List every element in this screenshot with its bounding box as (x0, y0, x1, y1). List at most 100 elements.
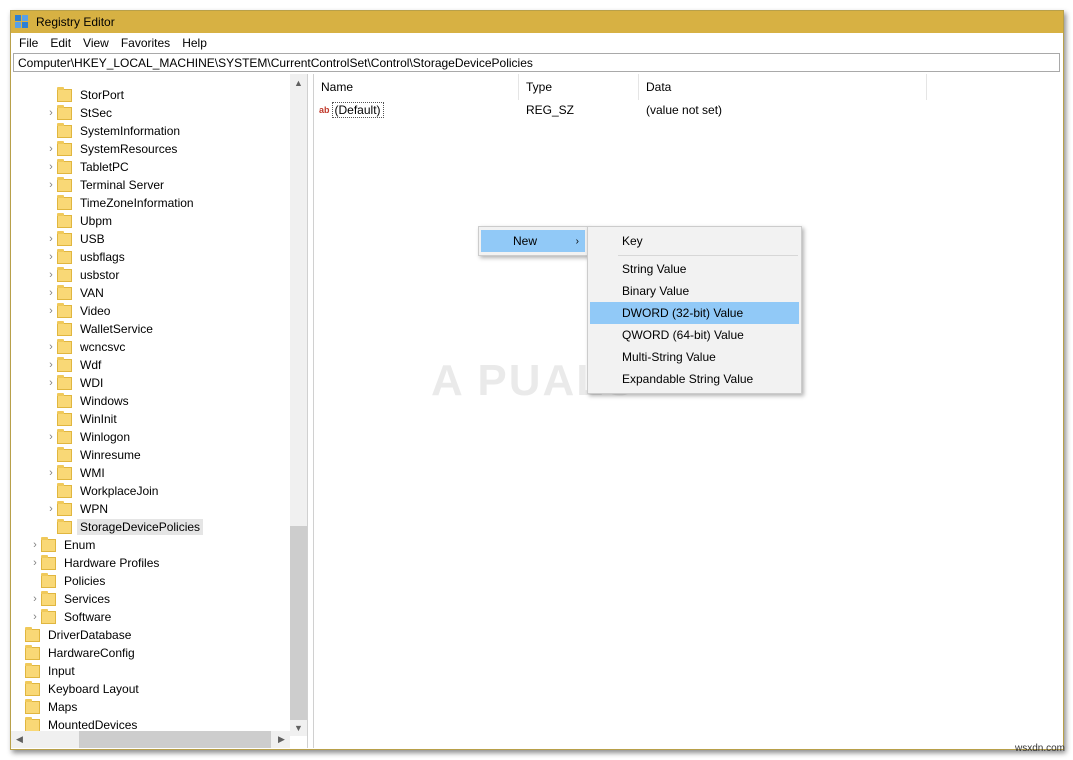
tree-item[interactable]: › USB (45, 230, 108, 248)
tree-horizontal-scrollbar[interactable]: ◀ ▶ (11, 731, 290, 748)
column-header-name[interactable]: Name (314, 74, 519, 100)
tree-item-label: Winlogon (80, 430, 131, 444)
tree-item[interactable]: › Services (29, 590, 113, 608)
tree-item[interactable]: Windows (45, 392, 132, 410)
tree-item[interactable]: › WPN (45, 500, 111, 518)
registry-editor-icon (15, 15, 29, 29)
expand-chevron-icon[interactable]: › (45, 140, 57, 158)
expand-chevron-icon[interactable]: › (29, 590, 41, 608)
tree-item[interactable]: › WMI (45, 464, 108, 482)
tree-item[interactable]: SystemInformation (45, 122, 183, 140)
expand-chevron-icon[interactable]: › (45, 248, 57, 266)
tree-item-label: WorkplaceJoin (80, 484, 159, 498)
tree-item[interactable]: › SystemResources (45, 140, 180, 158)
folder-icon (57, 518, 72, 534)
tree-item[interactable]: › Software (29, 608, 114, 626)
expand-chevron-icon[interactable]: › (45, 176, 57, 194)
tree-item[interactable]: WalletService (45, 320, 156, 338)
expand-chevron-icon[interactable]: › (45, 284, 57, 302)
expand-chevron-icon[interactable]: › (45, 374, 57, 392)
submenu-item-qword-value[interactable]: QWORD (64-bit) Value (590, 324, 799, 346)
submenu-item-dword-value[interactable]: DWORD (32-bit) Value (590, 302, 799, 324)
expand-chevron-icon[interactable]: › (45, 158, 57, 176)
submenu-item-expandable-string-value[interactable]: Expandable String Value (590, 368, 799, 390)
tree-item[interactable]: TimeZoneInformation (45, 194, 197, 212)
horizontal-scroll-thumb[interactable] (79, 731, 271, 748)
tree-item[interactable]: Maps (13, 698, 80, 716)
expand-chevron-icon[interactable]: › (29, 554, 41, 572)
folder-icon (57, 248, 72, 264)
registry-tree[interactable]: StorPort › StSec SystemInformation › SystemRe… (11, 74, 308, 748)
vertical-scroll-thumb[interactable] (290, 526, 307, 720)
expand-chevron-icon[interactable]: › (45, 338, 57, 356)
menu-help[interactable]: Help (176, 36, 213, 50)
tree-item[interactable]: Keyboard Layout (13, 680, 142, 698)
scroll-left-arrow-icon[interactable]: ◀ (11, 731, 28, 748)
tree-item[interactable]: › TabletPC (45, 158, 132, 176)
tree-item[interactable]: Policies (29, 572, 108, 590)
expand-chevron-icon[interactable]: › (45, 266, 57, 284)
tree-item[interactable]: › Video (45, 302, 113, 320)
address-bar[interactable]: Computer\HKEY_LOCAL_MACHINE\SYSTEM\Curre… (13, 53, 1060, 72)
tree-item-label: StorageDevicePolicies (77, 519, 204, 535)
submenu-item-string-value[interactable]: String Value (590, 258, 799, 280)
tree-item[interactable]: › Wdf (45, 356, 104, 374)
tree-item[interactable]: Input (13, 662, 78, 680)
menu-file[interactable]: File (13, 36, 44, 50)
credit-text: wsxdn.com (1015, 743, 1066, 754)
tree-item[interactable]: WinInit (45, 410, 120, 428)
tree-vertical-scrollbar[interactable]: ▲ ▼ (290, 74, 307, 736)
tree-item[interactable]: HardwareConfig (13, 644, 138, 662)
tree-item-label: Enum (64, 538, 96, 552)
tree-item-label: Services (64, 592, 111, 606)
column-header-type[interactable]: Type (519, 74, 639, 100)
tree-item[interactable]: › wcncsvc (45, 338, 128, 356)
menu-item-new[interactable]: New › (481, 230, 585, 252)
tree-item[interactable]: StorageDevicePolicies (45, 518, 204, 536)
menu-edit[interactable]: Edit (44, 36, 77, 50)
menu-favorites[interactable]: Favorites (115, 36, 176, 50)
tree-item-label: usbstor (80, 268, 120, 282)
tree-item[interactable]: Ubpm (45, 212, 115, 230)
tree-item[interactable]: › Winlogon (45, 428, 133, 446)
tree-item[interactable]: › usbflags (45, 248, 128, 266)
tree-item[interactable]: StorPort (45, 86, 127, 104)
submenu-item-multi-string-value[interactable]: Multi-String Value (590, 346, 799, 368)
scroll-right-arrow-icon[interactable]: ▶ (273, 731, 290, 748)
expand-chevron-icon[interactable]: › (45, 500, 57, 518)
expand-chevron-icon[interactable]: › (45, 356, 57, 374)
submenu-separator (618, 255, 798, 256)
expand-chevron-icon[interactable]: › (45, 230, 57, 248)
tree-item[interactable]: WorkplaceJoin (45, 482, 161, 500)
submenu-item-key[interactable]: Key (590, 230, 799, 252)
menu-view[interactable]: View (77, 36, 115, 50)
expand-chevron-icon[interactable]: › (29, 536, 41, 554)
expand-chevron-icon[interactable]: › (45, 464, 57, 482)
scroll-up-arrow-icon[interactable]: ▲ (290, 74, 307, 91)
tree-item[interactable]: › WDI (45, 374, 106, 392)
folder-icon (57, 140, 72, 156)
tree-item[interactable]: DriverDatabase (13, 626, 134, 644)
submenu-item-binary-value[interactable]: Binary Value (590, 280, 799, 302)
expand-chevron-icon[interactable]: › (45, 302, 57, 320)
column-header-data[interactable]: Data (639, 74, 927, 100)
value-name: (Default) (331, 102, 384, 118)
tree-item-label: WMI (80, 466, 105, 480)
tree-item[interactable]: Winresume (45, 446, 144, 464)
tree-item[interactable]: › Hardware Profiles (29, 554, 162, 572)
tree-item[interactable]: › usbstor (45, 266, 122, 284)
value-row-default[interactable]: ab (Default) (319, 101, 384, 119)
tree-item[interactable]: › Terminal Server (45, 176, 167, 194)
expand-chevron-icon[interactable]: › (45, 428, 57, 446)
values-pane[interactable]: Name Type Data ab (Default) REG_SZ (valu… (313, 74, 1063, 748)
scroll-down-arrow-icon[interactable]: ▼ (290, 719, 307, 736)
tree-item-label: DriverDatabase (48, 628, 132, 642)
tree-item[interactable]: › VAN (45, 284, 107, 302)
expand-chevron-icon[interactable]: › (45, 104, 57, 122)
expand-chevron-icon[interactable]: › (29, 608, 41, 626)
tree-item[interactable]: › Enum (29, 536, 98, 554)
tree-item[interactable]: › StSec (45, 104, 115, 122)
